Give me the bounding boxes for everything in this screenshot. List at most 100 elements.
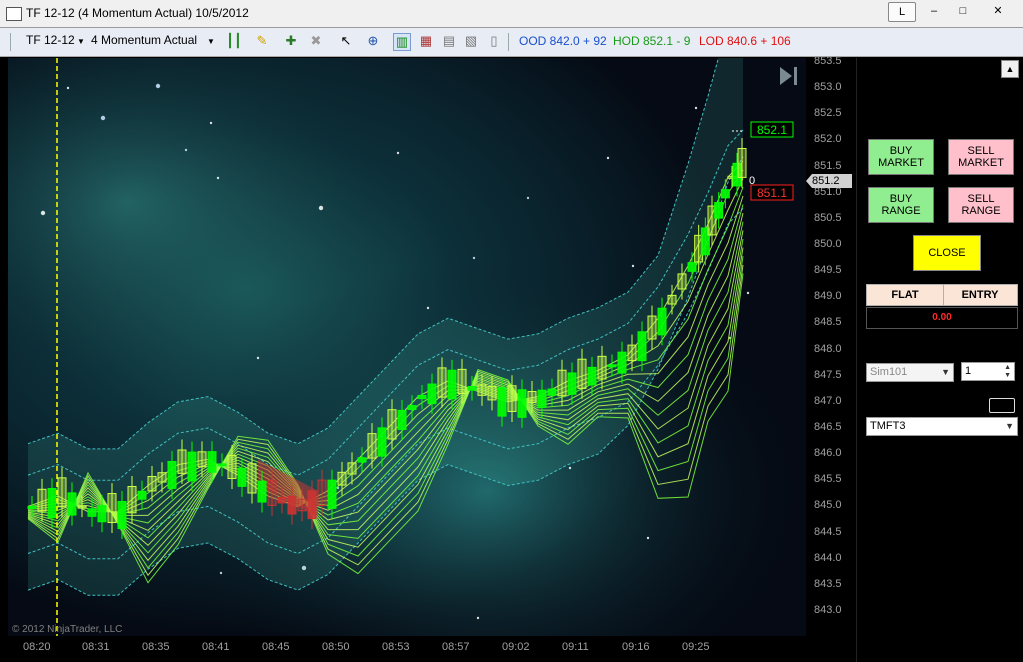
star xyxy=(631,264,635,268)
pointer-tool-icon[interactable]: ↖ xyxy=(338,33,354,49)
candle-body xyxy=(720,189,730,199)
candle-body xyxy=(27,505,37,509)
candle-body xyxy=(437,367,447,398)
data-series-icon[interactable]: ▤ xyxy=(441,33,457,49)
minimize-button[interactable]: – xyxy=(921,2,947,20)
candle-body xyxy=(527,391,537,403)
quantity-spin-icon[interactable]: ▲ ▼ xyxy=(1004,364,1011,380)
candle-body xyxy=(227,454,237,479)
instrument-selector[interactable]: TF 12-12 xyxy=(26,33,75,47)
price-tick-label: 850.0 xyxy=(814,238,842,250)
hod-readout: HOD 852.1 - 9 xyxy=(613,34,691,48)
candle-body xyxy=(97,505,107,523)
quantity-stepper[interactable]: 1 ▲ ▼ xyxy=(961,362,1015,381)
indicators-icon[interactable]: ▧ xyxy=(463,33,479,49)
time-tick-label: 08:53 xyxy=(382,641,410,653)
account-selector[interactable]: Sim101 ▼ xyxy=(866,363,954,382)
atm-strategy-value: TMFT3 xyxy=(870,420,906,432)
price-axis[interactable]: 853.5 853.0 852.5 852.0 851.5 851.0 850.5 850.0… xyxy=(806,55,856,636)
chart-canvas[interactable]: 852.1 851.1 0 © 2012 NinjaTrader, LLC xyxy=(8,58,806,636)
sell-range-button[interactable]: SELL RANGE xyxy=(948,187,1014,223)
candle-body xyxy=(257,480,267,503)
buy-range-button[interactable]: BUY RANGE xyxy=(868,187,934,223)
zero-marker: 0 xyxy=(749,175,755,187)
buy-market-button[interactable]: BUY MARKET xyxy=(868,139,934,175)
chart-trader-icon[interactable]: ▥ xyxy=(393,33,411,51)
time-tick-label: 09:16 xyxy=(622,641,650,653)
candle-body xyxy=(137,490,147,500)
candle-body xyxy=(407,405,417,411)
price-tick-label: 848.5 xyxy=(814,316,842,329)
candle-body xyxy=(327,479,337,509)
star xyxy=(155,83,161,89)
candle-body xyxy=(337,471,347,486)
sell-market-button[interactable]: SELL MARKET xyxy=(948,139,1014,175)
price-tick-label: 849.5 xyxy=(814,264,842,277)
high-marker: 852.1 xyxy=(757,123,787,137)
pnl-value: 0.00 xyxy=(866,307,1018,329)
bar-type-icon[interactable]: ┃┃ xyxy=(226,33,242,49)
candle-body xyxy=(677,273,687,290)
candle-body xyxy=(217,463,227,467)
chart-trader-panel: ▲ BUY MARKET SELL MARKET BUY RANGE SELL … xyxy=(856,58,1023,662)
time-tick-label: 08:35 xyxy=(142,641,170,653)
properties-icon[interactable]: ▯ xyxy=(486,33,502,49)
star xyxy=(746,291,750,295)
star xyxy=(396,151,400,155)
star xyxy=(256,356,260,360)
template-selector[interactable]: 4 Momentum Actual xyxy=(91,33,197,47)
candle-body xyxy=(487,386,497,401)
atm-strategy-selector[interactable]: TMFT3 ▼ xyxy=(866,417,1018,436)
link-button[interactable]: L xyxy=(888,2,916,22)
star xyxy=(472,256,476,260)
candle-body xyxy=(537,389,547,408)
time-tick-label: 08:20 xyxy=(23,641,51,653)
star xyxy=(100,115,106,121)
price-tick-label: 843.0 xyxy=(814,604,842,616)
order-color-swatch[interactable] xyxy=(989,398,1015,413)
price-tick-label: 853.5 xyxy=(814,55,842,67)
star xyxy=(526,196,530,200)
ood-readout: OOD 842.0 + 92 xyxy=(519,34,607,48)
chart-style-icon[interactable]: ▦ xyxy=(418,33,434,49)
time-tick-label: 08:57 xyxy=(442,641,470,653)
candle-body xyxy=(347,462,357,475)
pencil-draw-icon[interactable]: ✎ xyxy=(254,33,270,49)
candle-body xyxy=(147,475,157,492)
lod-readout: LOD 840.6 + 106 xyxy=(699,34,791,48)
time-axis[interactable]: 08:20 08:31 08:35 08:41 08:45 08:50 08:53 08:57… xyxy=(0,636,856,662)
close-position-button[interactable]: CLOSE xyxy=(913,235,981,271)
candle-body xyxy=(247,463,257,494)
price-chart[interactable]: 852.1 851.1 0 © 2012 NinjaTrader, LLC xyxy=(8,58,806,636)
candle-body xyxy=(187,451,197,482)
remove-tool-icon[interactable]: ✖ xyxy=(308,33,324,49)
position-header: FLAT ENTRY xyxy=(866,284,1018,306)
last-price-tag: 851.2 xyxy=(806,174,852,188)
candle-body xyxy=(517,389,527,418)
candle-body xyxy=(457,368,467,394)
toolbar-grip xyxy=(10,33,11,51)
close-window-button[interactable]: ✕ xyxy=(985,2,1011,20)
star xyxy=(476,616,480,620)
candle-body xyxy=(567,372,577,395)
scroll-up-icon[interactable]: ▲ xyxy=(1001,60,1019,78)
maximize-button[interactable]: □ xyxy=(950,2,976,20)
atm-dropdown-icon[interactable]: ▼ xyxy=(1005,418,1014,435)
instrument-dropdown-icon[interactable]: ▼ xyxy=(77,37,85,46)
candle-body xyxy=(477,384,487,396)
candle-body xyxy=(547,388,557,396)
candle-body xyxy=(617,351,627,374)
candle-body xyxy=(637,331,647,362)
close-label: CLOSE xyxy=(928,247,966,259)
candle-body xyxy=(467,386,477,391)
account-dropdown-icon[interactable]: ▼ xyxy=(941,364,950,381)
zoom-icon[interactable]: ⊕ xyxy=(365,33,381,49)
template-dropdown-icon[interactable]: ▼ xyxy=(207,37,215,46)
crosshair-tool-icon[interactable]: ✚ xyxy=(283,33,299,49)
time-tick-label: 08:41 xyxy=(202,641,230,653)
app-icon xyxy=(6,7,22,21)
candle-body xyxy=(597,355,607,380)
candle-body xyxy=(557,369,567,397)
price-tick-label: 847.5 xyxy=(814,368,842,381)
time-tick-label: 08:50 xyxy=(322,641,350,653)
